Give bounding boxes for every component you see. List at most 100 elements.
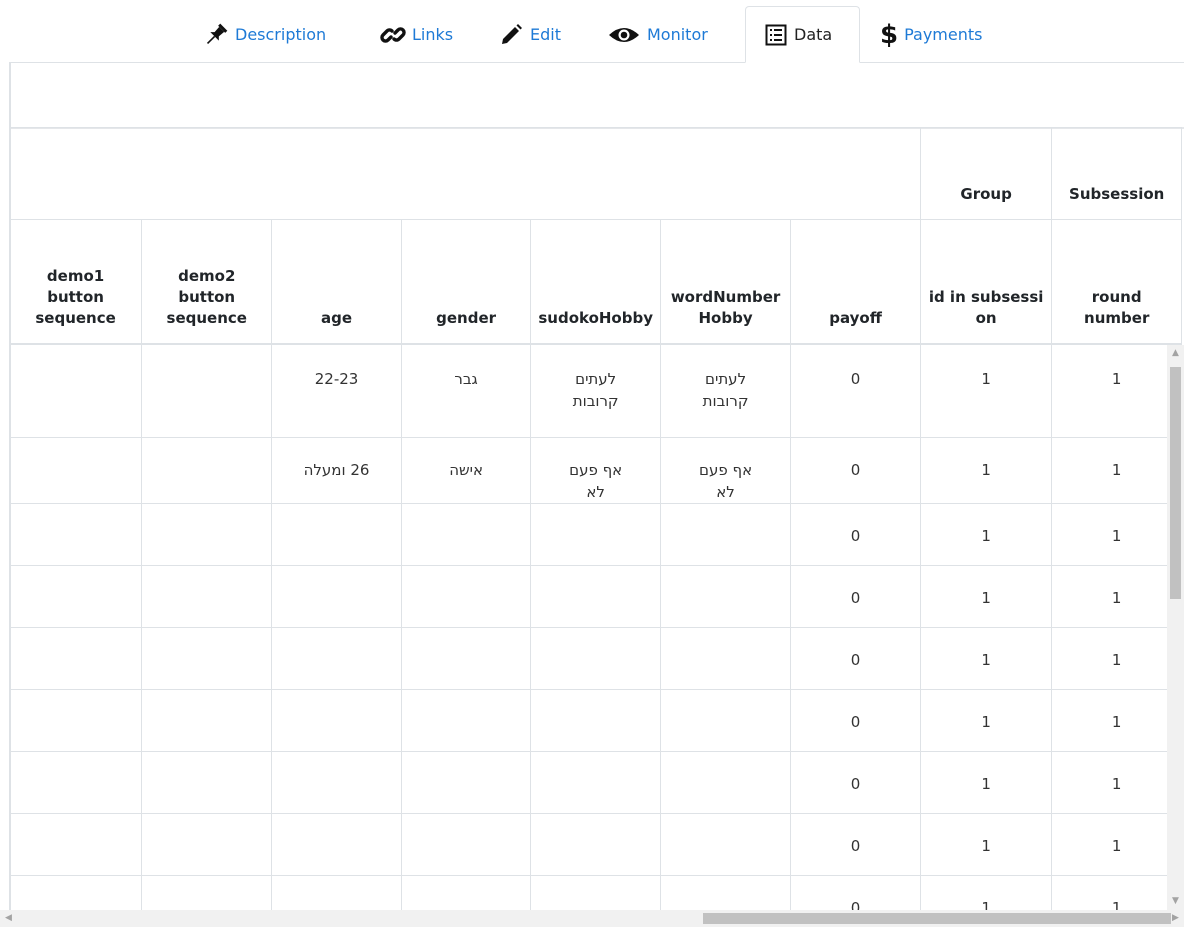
col-age[interactable]: age [271,219,402,345]
tab-description-label: Description [235,25,327,44]
cell-gender [400,813,532,876]
horizontal-scroll-thumb[interactable] [703,913,1171,924]
cell-sudoko-hobby [530,813,661,876]
scroll-left-icon[interactable]: ◀ [0,910,17,927]
col-round-number[interactable]: round number [1051,219,1182,345]
table-toolbar [11,63,1184,129]
cell-payoff: 0 [790,751,921,814]
tab-links-label: Links [412,25,454,44]
scroll-up-icon[interactable]: ▲ [1167,345,1184,362]
vertical-scroll-thumb[interactable] [1170,367,1181,599]
cell-sudoko-hobby [530,751,661,814]
cell-id-in-subsession: 1 [919,689,1053,752]
cell-id-in-subsession: 1 [919,565,1053,628]
cell-age: 22-23 [271,343,402,438]
tab-description[interactable]: Description [203,6,326,63]
dollar-icon: $ [880,19,899,50]
tab-data[interactable]: Data [745,6,860,63]
tab-payments-label: Payments [904,25,983,44]
cell-word-number-hobby: לעתים קרובות [659,343,792,438]
tab-data-label: Data [794,25,833,44]
cell-demo1 [11,565,143,628]
pencil-icon [498,22,524,48]
cell-gender [400,875,532,910]
table-row: 26 ומעלה אישה אף פעם לא אף פעם לא 0 1 1 [11,437,1182,504]
cell-round-number: 1 [1051,689,1182,752]
table-row: 011 [11,627,1182,690]
cell-demo2 [141,813,273,876]
cell-demo2 [141,343,273,438]
table-row: 011 [11,565,1182,628]
tab-monitor[interactable]: Monitor [607,6,708,63]
tab-payments[interactable]: $ Payments [880,6,982,63]
table-list-icon [764,23,788,47]
cell-id-in-subsession: 1 [919,437,1053,504]
horizontal-scrollbar[interactable]: ◀ ▶ [0,910,1184,927]
cell-word-number-hobby [659,565,792,628]
cell-demo1 [11,813,143,876]
cell-round-number: 1 [1051,751,1182,814]
cell-round-number: 1 [1051,627,1182,690]
col-id-in-subsession[interactable]: id in subsession [919,219,1053,345]
cell-word-number-hobby [659,875,792,910]
cell-demo1 [11,437,143,504]
col-demo2-button-sequence[interactable]: demo2 button sequence [141,219,273,345]
cell-gender [400,689,532,752]
cell-age [271,813,402,876]
cell-demo2 [141,565,273,628]
cell-demo2 [141,751,273,814]
cell-id-in-subsession: 1 [919,875,1053,910]
table-row: 22-23 גבר לעתים קרובות לעתים קרובות 0 1 1 [11,343,1182,438]
data-table-container: Group Subsession demo1 button sequence d… [9,63,1184,910]
cell-round-number: 1 [1051,813,1182,876]
col-word-number-hobby[interactable]: wordNumberHobby [659,219,792,345]
cell-payoff: 0 [790,813,921,876]
cell-gender [400,565,532,628]
cell-payoff: 0 [790,437,921,504]
link-icon [380,22,406,48]
tab-edit[interactable]: Edit [498,6,561,63]
cell-round-number: 1 [1051,343,1182,438]
scroll-down-icon[interactable]: ▼ [1167,893,1184,910]
cell-payoff: 0 [790,689,921,752]
cell-age [271,751,402,814]
cell-sudoko-hobby [530,565,661,628]
group-header-row: Group Subsession [11,127,1182,220]
group-header: Group [919,127,1053,220]
player-group-header [11,127,921,220]
cell-payoff: 0 [790,503,921,566]
column-header-row: demo1 button sequence demo2 button seque… [11,219,1182,345]
cell-demo1 [11,875,143,910]
cell-payoff: 0 [790,875,921,910]
cell-age [271,875,402,910]
cell-round-number: 1 [1051,437,1182,504]
table-body: 22-23 גבר לעתים קרובות לעתים קרובות 0 1 1 26 ומ… [11,343,1182,910]
cell-id-in-subsession: 1 [919,343,1053,438]
data-table: Group Subsession demo1 button sequence d… [11,127,1182,910]
cell-gender: אישה [400,437,532,504]
tab-links[interactable]: Links [380,6,453,63]
cell-sudoko-hobby [530,689,661,752]
table-row: 011 [11,813,1182,876]
cell-demo2 [141,875,273,910]
cell-demo1 [11,503,143,566]
cell-sudoko-hobby: לעתים קרובות [530,343,661,438]
cell-gender [400,751,532,814]
vertical-scrollbar[interactable]: ▲ ▼ [1167,345,1184,910]
subsession-header: Subsession [1051,127,1182,220]
table-row: 011 [11,689,1182,752]
cell-sudoko-hobby [530,627,661,690]
cell-demo2 [141,627,273,690]
cell-id-in-subsession: 1 [919,813,1053,876]
col-gender[interactable]: gender [400,219,532,345]
col-payoff[interactable]: payoff [790,219,921,345]
cell-round-number: 1 [1051,503,1182,566]
cell-sudoko-hobby [530,503,661,566]
cell-age [271,503,402,566]
col-sudoko-hobby[interactable]: sudokoHobby [530,219,661,345]
col-demo1-button-sequence[interactable]: demo1 button sequence [11,219,143,345]
scroll-right-icon[interactable]: ▶ [1167,910,1184,927]
eye-icon [607,22,641,48]
cell-round-number: 1 [1051,565,1182,628]
cell-gender [400,627,532,690]
